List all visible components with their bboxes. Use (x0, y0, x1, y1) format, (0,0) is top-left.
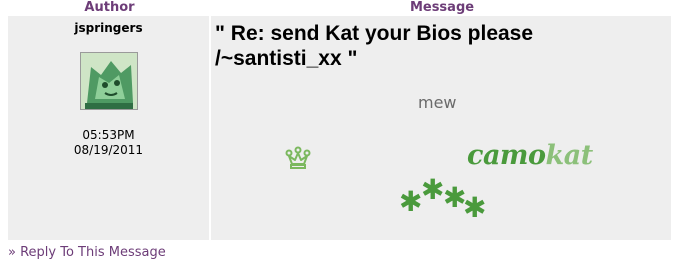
star-icon: ✱ (399, 185, 423, 218)
signature-stars: ✱ ✱ ✱ ✱ (397, 173, 487, 222)
cat-avatar-icon (81, 53, 137, 109)
author-username[interactable]: jspringers (8, 21, 209, 35)
message-column-header: Message (409, 0, 475, 15)
author-column-header: Author (84, 0, 135, 15)
crown-icon (285, 146, 311, 170)
author-avatar[interactable] (80, 52, 138, 110)
table-header: Author Message (8, 0, 671, 16)
message-title: " Re: send Kat your Bios please /~santis… (215, 22, 534, 70)
reply-to-message-link[interactable]: » Reply To This Message (8, 245, 166, 260)
camokat-logo: camokat (467, 140, 593, 171)
author-cell: jspringers 05:53PM 08/19/2011 (8, 16, 209, 240)
post-time: 05:53PM (82, 128, 135, 142)
message-cell: " Re: send Kat your Bios please /~santis… (211, 16, 671, 240)
logo-camo-text: camo (467, 140, 546, 171)
logo-kat-text: kat (545, 140, 594, 171)
forum-post-page: Author Message jspringers 05:53PM 08/19/… (0, 0, 673, 265)
post-date: 08/19/2011 (73, 143, 144, 157)
star-icon: ✱ (421, 173, 445, 206)
signature-mew-text: mew (418, 93, 457, 112)
star-icon: ✱ (463, 191, 487, 224)
